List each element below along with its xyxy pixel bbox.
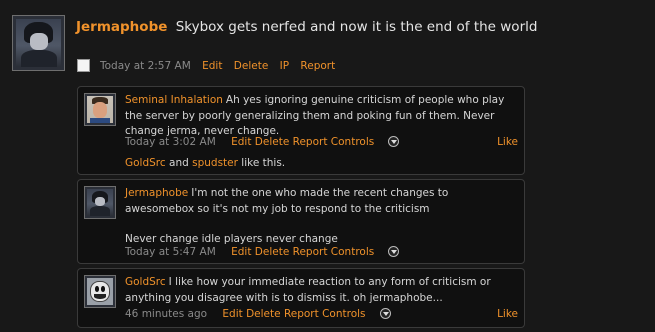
chevron-down-circle-icon: [388, 246, 400, 257]
comment-author-avatar[interactable]: [84, 93, 116, 126]
controls-label: Controls: [322, 308, 366, 320]
liker-link[interactable]: spudster: [192, 157, 238, 169]
comment-text: I like how your immediate reaction to an…: [125, 276, 491, 304]
comment-body: GoldSrc I like how your immediate reactio…: [125, 275, 520, 306]
avatar-image: [87, 189, 113, 216]
delete-link[interactable]: Delete: [255, 246, 290, 258]
edit-link[interactable]: Edit: [202, 60, 222, 72]
status-author-avatar[interactable]: [12, 15, 65, 71]
comment: Jermaphobe I'm not the one who made the r…: [77, 179, 525, 264]
chevron-down-circle-icon: [388, 136, 400, 147]
delete-link[interactable]: Delete: [246, 308, 281, 320]
controls-menu[interactable]: Controls: [331, 246, 411, 258]
report-link[interactable]: Report: [300, 60, 335, 72]
comment-time: 46 minutes ago: [125, 308, 208, 320]
status-poster-link[interactable]: Jermaphobe: [76, 19, 167, 35]
edit-link[interactable]: Edit: [222, 308, 242, 320]
chevron-down-circle-icon: [379, 308, 391, 319]
status-meta: Today at 2:57 AM Edit Delete IP Report: [100, 60, 343, 72]
comment-author-avatar[interactable]: [84, 275, 116, 308]
edit-link[interactable]: Edit: [231, 246, 251, 258]
comment-meta: 46 minutes ago Edit Delete Report Contro…: [125, 308, 403, 320]
report-link[interactable]: Report: [293, 136, 328, 148]
comment-body: Seminal Inhalation Ah yes ignoring genuin…: [125, 93, 520, 140]
like-link[interactable]: Like: [497, 136, 518, 148]
comment: GoldSrc I like how your immediate reactio…: [77, 268, 525, 328]
controls-menu[interactable]: Controls: [331, 136, 411, 148]
select-checkbox[interactable]: [77, 59, 90, 72]
report-link[interactable]: Report: [284, 308, 319, 320]
comment-author-avatar[interactable]: [84, 186, 116, 219]
comment: Seminal Inhalation Ah yes ignoring genuin…: [77, 86, 525, 175]
delete-link[interactable]: Delete: [234, 60, 269, 72]
avatar-image: [87, 278, 113, 305]
like-link[interactable]: Like: [497, 308, 518, 320]
comment-meta: Today at 5:47 AM Edit Delete Report Cont…: [125, 246, 411, 258]
edit-link[interactable]: Edit: [231, 136, 251, 148]
comment-author-link[interactable]: Seminal Inhalation: [125, 94, 223, 106]
delete-link[interactable]: Delete: [255, 136, 290, 148]
avatar-image: [16, 19, 61, 67]
report-link[interactable]: Report: [293, 246, 328, 258]
likers-suffix: like this.: [241, 157, 286, 169]
status-message: Jermaphobe Skybox gets nerfed and now it…: [76, 19, 537, 35]
controls-label: Controls: [330, 246, 375, 258]
controls-menu[interactable]: Controls: [322, 308, 402, 320]
likers-line: GoldSrc and spudster like this.: [125, 157, 285, 169]
likers-and: and: [169, 157, 189, 169]
comment-author-link[interactable]: Jermaphobe: [125, 187, 188, 199]
controls-label: Controls: [330, 136, 375, 148]
status-time: Today at 2:57 AM: [100, 60, 191, 72]
comment-meta: Today at 3:02 AM Edit Delete Report Cont…: [125, 136, 411, 148]
comment-body: Jermaphobe I'm not the one who made the r…: [125, 186, 520, 248]
comment-time: Today at 3:02 AM: [125, 136, 216, 148]
avatar-image: [87, 96, 113, 123]
comment-time: Today at 5:47 AM: [125, 246, 216, 258]
comment-author-link[interactable]: GoldSrc: [125, 276, 166, 288]
status-text: Skybox gets nerfed and now it is the end…: [175, 19, 538, 35]
ip-link[interactable]: IP: [280, 60, 289, 72]
liker-link[interactable]: GoldSrc: [125, 157, 166, 169]
